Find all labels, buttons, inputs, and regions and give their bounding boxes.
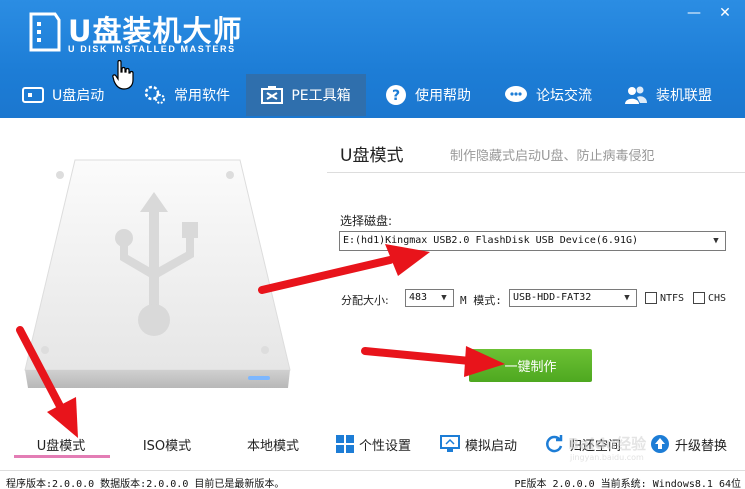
software-icon xyxy=(144,85,165,104)
active-tab-indicator xyxy=(14,455,110,458)
refresh-icon xyxy=(546,435,563,453)
boot-mode-select[interactable]: USB-HDD-FAT32 ▼ xyxy=(509,289,637,307)
nav-item-help[interactable]: ? 使用帮助 xyxy=(385,74,495,116)
disk-select-value: E:(hd1)Kingmax USB2.0 FlashDisk USB Devi… xyxy=(343,235,639,246)
toolbox-icon xyxy=(261,86,284,104)
app-subtitle: U DISK INSTALLED MASTERS xyxy=(68,44,236,54)
personal-settings-button[interactable]: 个性设置 xyxy=(336,424,411,464)
upgrade-icon xyxy=(651,435,669,453)
ntfs-checkbox[interactable] xyxy=(645,292,657,304)
chat-icon xyxy=(505,86,527,102)
help-icon: ? xyxy=(386,85,406,105)
chevron-down-icon: ▼ xyxy=(441,293,447,303)
nav-label: 装机联盟 xyxy=(656,88,712,104)
hard-drive-image xyxy=(24,159,291,388)
tab-udisk-mode[interactable]: U盘模式 xyxy=(12,424,110,464)
svg-text:?: ? xyxy=(392,88,400,104)
nav-label: 使用帮助 xyxy=(415,88,471,104)
one-click-make-button[interactable]: 一键制作 xyxy=(469,349,592,382)
alloc-size-value: 483 xyxy=(409,292,428,303)
nav-item-forum[interactable]: 论坛交流 xyxy=(504,74,614,116)
mode-tabs: U盘模式 ISO模式 本地模式 个性设置 模拟启动 归还空间 升级替换 xyxy=(0,424,745,464)
hand-cursor-icon xyxy=(112,60,134,90)
nav-label: 论坛交流 xyxy=(536,88,592,104)
mode-title: U盘模式 xyxy=(340,146,404,166)
simulate-boot-label: 模拟启动 xyxy=(465,438,518,454)
restore-space-label: 归还空间 xyxy=(569,438,622,454)
simulate-boot-button[interactable]: 模拟启动 xyxy=(440,424,517,464)
mode-description: 制作隐藏式启动U盘、防止病毒侵犯 xyxy=(450,149,655,164)
grid-icon xyxy=(336,435,354,453)
logo-icon xyxy=(29,12,61,52)
alloc-size-select[interactable]: 483 ▼ xyxy=(405,289,454,307)
chs-label: CHS xyxy=(708,293,727,304)
status-system: PE版本 2.0.0.0 当前系统: Windows8.1 64位 xyxy=(514,479,741,489)
disk-label: 选择磁盘: xyxy=(340,214,393,228)
upgrade-replace-button[interactable]: 升级替换 xyxy=(650,424,727,464)
tab-iso-mode[interactable]: ISO模式 xyxy=(122,424,212,464)
nav-label: 常用软件 xyxy=(174,88,230,104)
ntfs-label: NTFS xyxy=(660,293,685,304)
upgrade-replace-label: 升级替换 xyxy=(675,438,728,454)
title-bar: U盘装机大师 U DISK INSTALLED MASTERS — ✕ U盘启动… xyxy=(0,0,745,118)
tab-local-mode[interactable]: 本地模式 xyxy=(228,424,318,464)
nav-item-alliance[interactable]: 装机联盟 xyxy=(624,74,734,116)
monitor-icon xyxy=(440,435,460,452)
disk-select[interactable]: E:(hd1)Kingmax USB2.0 FlashDisk USB Devi… xyxy=(339,231,726,251)
status-bar: 程序版本:2.0.0.0 数据版本:2.0.0.0 目前已是最新版本。 PE版本… xyxy=(0,470,745,489)
nav-label: PE工具箱 xyxy=(291,88,351,104)
divider xyxy=(327,172,745,173)
nav-label: U盘启动 xyxy=(52,88,105,104)
users-icon xyxy=(625,86,647,104)
close-button[interactable]: ✕ xyxy=(717,6,733,20)
boot-mode-value: USB-HDD-FAT32 xyxy=(513,292,592,303)
status-versions: 程序版本:2.0.0.0 数据版本:2.0.0.0 目前已是最新版本。 xyxy=(6,479,285,489)
personal-settings-label: 个性设置 xyxy=(359,438,412,454)
restore-space-button[interactable]: 归还空间 xyxy=(544,424,621,464)
nav-item-software[interactable]: 常用软件 xyxy=(144,74,254,116)
mode-label: M 模式: xyxy=(460,294,502,307)
minimize-button[interactable]: — xyxy=(686,6,702,20)
chs-checkbox[interactable] xyxy=(693,292,705,304)
chevron-down-icon: ▼ xyxy=(713,236,719,246)
app-window: U盘装机大师 U DISK INSTALLED MASTERS — ✕ U盘启动… xyxy=(0,0,745,489)
nav-item-pe-toolbox[interactable]: PE工具箱 xyxy=(246,74,366,116)
chevron-down-icon: ▼ xyxy=(624,293,630,303)
usb-icon xyxy=(22,87,44,103)
alloc-label: 分配大小: xyxy=(341,294,389,307)
